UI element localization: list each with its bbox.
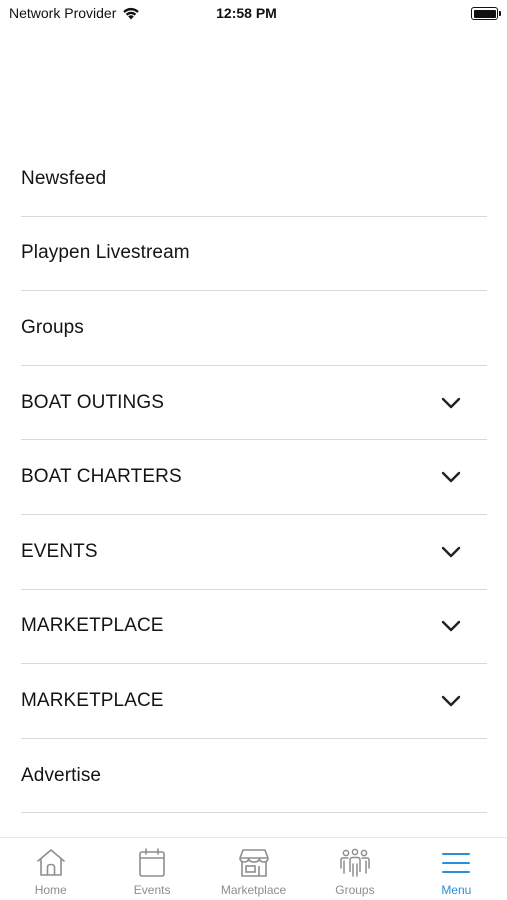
tab-marketplace[interactable]: Marketplace (203, 838, 304, 900)
hamburger-menu-icon (442, 853, 471, 873)
bottom-tab-bar: Home Events Marketplace Groups Menu (0, 837, 507, 900)
menu-item-playpen-livestream[interactable]: Playpen Livestream (21, 217, 487, 292)
menu-item-label: Groups (21, 316, 84, 338)
tab-menu[interactable]: Menu (406, 838, 507, 900)
menu-item-newsfeed[interactable]: Newsfeed (21, 142, 487, 217)
storefront-icon (238, 849, 269, 877)
menu-item-label: Advertise (21, 764, 102, 786)
menu-item-label: Newsfeed (21, 167, 107, 189)
tab-groups[interactable]: Groups (304, 838, 405, 900)
people-icon (340, 848, 370, 877)
tab-label: Groups (335, 883, 375, 897)
clock: 12:58 PM (216, 5, 277, 21)
battery-icon (471, 7, 501, 20)
menu-item-label: MARKETPLACE (21, 689, 164, 711)
menu-item-boat-outings[interactable]: BOAT OUTINGS (21, 366, 487, 441)
menu-item-label: Playpen Livestream (21, 242, 190, 264)
tab-label: Events (133, 883, 171, 897)
menu-item-groups[interactable]: Groups (21, 291, 487, 366)
menu-item-boat-charters[interactable]: BOAT CHARTERS (21, 440, 487, 515)
tab-label: Home (34, 883, 67, 897)
menu-item-label: EVENTS (21, 540, 98, 562)
chevron-down-icon[interactable] (441, 695, 461, 707)
chevron-down-icon[interactable] (441, 397, 461, 409)
tab-label: Marketplace (220, 883, 287, 897)
tab-events[interactable]: Events (101, 838, 202, 900)
menu-list: Newsfeed Playpen Livestream Groups BOAT … (21, 142, 487, 814)
menu-item-label: MARKETPLACE (21, 615, 164, 637)
chevron-down-icon[interactable] (441, 471, 461, 483)
calendar-icon (139, 848, 165, 877)
tab-home[interactable]: Home (0, 838, 101, 900)
chevron-down-icon[interactable] (441, 620, 461, 632)
status-time-wrap: 12:58 PM (0, 5, 507, 21)
chevron-down-icon[interactable] (441, 546, 461, 558)
menu-item-label: BOAT OUTINGS (21, 391, 165, 413)
menu-item-label: BOAT CHARTERS (21, 466, 182, 488)
menu-item-events[interactable]: EVENTS (21, 515, 487, 590)
menu-item-marketplace[interactable]: MARKETPLACE (21, 590, 487, 665)
status-bar: Network Provider 12:58 PM (0, 0, 507, 30)
tab-label: Menu (441, 883, 472, 897)
menu-item-advertise[interactable]: Advertise (21, 739, 487, 814)
menu-item-marketplace-2[interactable]: MARKETPLACE (21, 664, 487, 739)
home-icon (36, 849, 65, 876)
